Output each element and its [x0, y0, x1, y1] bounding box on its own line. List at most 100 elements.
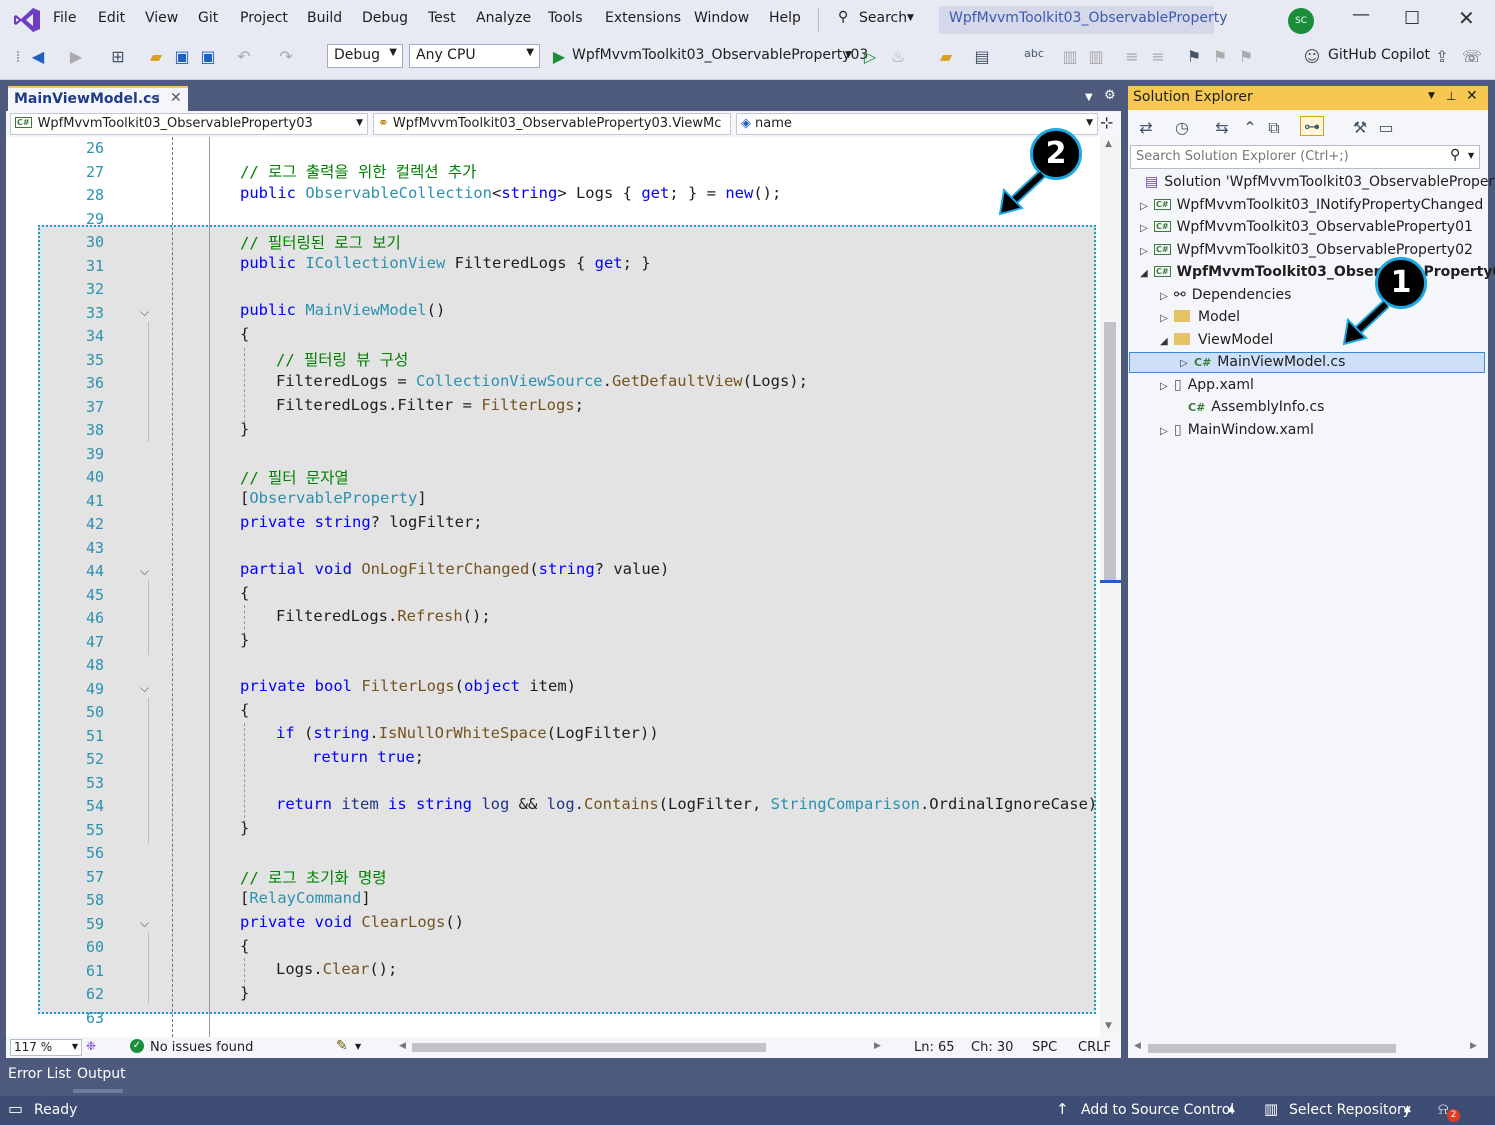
tree-project-02[interactable]: ▷ C# WpfMvvmToolkit03_ObservableProperty02	[1140, 242, 1473, 258]
next-bookmark-icon[interactable]: ⚑	[1236, 47, 1256, 67]
chevron-down-icon[interactable]: ▼	[1428, 91, 1435, 101]
scroll-left-icon[interactable]: ◀	[1134, 1041, 1141, 1051]
menu-extensions[interactable]: Extensions	[605, 10, 681, 26]
expand-icon[interactable]: ▷	[1140, 246, 1154, 257]
history-icon[interactable]: ◷	[1172, 118, 1192, 138]
spell-check-icon[interactable]: abc	[1024, 47, 1044, 67]
outdent-icon[interactable]: ≡	[1148, 47, 1168, 67]
column-indicator[interactable]: Ch: 30	[971, 1040, 1013, 1055]
zoom-select[interactable]: 117 % ▼	[10, 1039, 82, 1056]
menu-tools[interactable]: Tools	[548, 10, 583, 26]
scroll-thumb[interactable]	[1104, 322, 1116, 582]
line-ending-indicator[interactable]: CRLF	[1078, 1040, 1111, 1055]
add-to-source-control-button[interactable]: Add to Source Control	[1081, 1102, 1234, 1118]
close-icon[interactable]: ✕	[1458, 6, 1475, 30]
gear-icon[interactable]: ⚙	[1104, 88, 1116, 103]
collapse-icon[interactable]: ⌵	[140, 916, 149, 931]
collapse-icon[interactable]: ◢	[1140, 268, 1154, 279]
comment-icon[interactable]: ▥	[1060, 47, 1080, 67]
back-icon[interactable]: ◀	[28, 47, 48, 67]
pin-icon[interactable]: ⊣	[150, 92, 160, 105]
chevron-up-icon[interactable]: ▲	[1404, 1104, 1411, 1114]
maximize-icon[interactable]: ☐	[1404, 8, 1420, 29]
platform-select[interactable]: Any CPU ▼	[409, 44, 540, 68]
chevron-down-icon[interactable]: ▼	[845, 50, 852, 60]
collapse-all-icon[interactable]: ⌃	[1240, 118, 1260, 138]
feedback-icon[interactable]: ☏	[1462, 47, 1482, 67]
chevron-down-icon[interactable]: ▼	[1468, 151, 1474, 160]
menu-test[interactable]: Test	[428, 10, 456, 26]
collapse-icon[interactable]: ⌵	[140, 564, 149, 579]
menu-git[interactable]: Git	[198, 10, 218, 26]
indent-icon[interactable]: ≡	[1122, 47, 1142, 67]
tab-output[interactable]: Output	[77, 1066, 126, 1082]
layout-icon[interactable]: ▤	[972, 47, 992, 67]
menu-debug[interactable]: Debug	[362, 10, 408, 26]
pin-icon[interactable]: ⊥	[1446, 89, 1456, 103]
project-nav-select[interactable]: C# WpfMvvmToolkit03_ObservableProperty03 …	[10, 113, 368, 135]
expand-icon[interactable]: ▷	[1140, 223, 1154, 234]
expand-icon[interactable]: ▷	[1160, 313, 1174, 324]
menu-help[interactable]: Help	[769, 10, 801, 26]
redo-icon[interactable]: ↷	[276, 47, 296, 67]
tree-file-mainwindow[interactable]: ▷ ▯ MainWindow.xaml	[1160, 422, 1314, 438]
prev-bookmark-icon[interactable]: ⚑	[1210, 47, 1230, 67]
close-tab-icon[interactable]: ✕	[170, 90, 182, 106]
class-nav-select[interactable]: ⚭ WpfMvvmToolkit03_ObservableProperty03.V…	[373, 113, 731, 135]
horizontal-scroll-thumb[interactable]	[1148, 1044, 1396, 1053]
avatar[interactable]: SC	[1288, 8, 1314, 34]
hot-reload-icon[interactable]: ♨	[888, 47, 908, 67]
tree-project-inotify[interactable]: ▷ C# WpfMvvmToolkit03_INotifyPropertyChang…	[1140, 197, 1483, 213]
share-icon[interactable]: ⇪	[1432, 47, 1452, 67]
filter-icon[interactable]: ⊶	[1300, 116, 1324, 136]
sync-icon[interactable]: ⇆	[1212, 118, 1232, 138]
scroll-right-icon[interactable]: ▶	[874, 1041, 881, 1051]
tree-file-mainviewmodel[interactable]: ▷ C# MainViewModel.cs	[1180, 354, 1345, 370]
close-icon[interactable]: ✕	[1466, 88, 1478, 104]
uncomment-icon[interactable]: ▥	[1086, 47, 1106, 67]
expand-icon[interactable]: ▷	[1140, 201, 1154, 212]
open-folder-icon[interactable]: ▰	[146, 47, 166, 67]
brush-icon[interactable]: ✎	[336, 1038, 348, 1054]
menu-analyze[interactable]: Analyze	[476, 10, 531, 26]
tree-dependencies[interactable]: ▷ ⚯ Dependencies	[1160, 287, 1291, 303]
new-project-icon[interactable]: ⊞	[108, 47, 128, 67]
preview-icon[interactable]: ▭	[1376, 118, 1396, 138]
switch-view-icon[interactable]: ⇄	[1136, 118, 1156, 138]
menu-edit[interactable]: Edit	[98, 10, 125, 26]
tree-solution[interactable]: ▤ Solution 'WpfMvvmToolkit03_ObservablePr…	[1145, 174, 1495, 190]
tab-list-icon[interactable]: ▼	[1085, 92, 1093, 103]
save-icon[interactable]: ▣	[172, 47, 192, 67]
expand-icon[interactable]: ▷	[1160, 291, 1174, 302]
collapse-icon[interactable]: ◢	[1160, 336, 1174, 347]
scroll-down-icon[interactable]: ▼	[1105, 1021, 1112, 1031]
properties-icon[interactable]: ⚒	[1350, 118, 1370, 138]
solution-folder-icon[interactable]: ▰	[936, 47, 956, 67]
vertical-scrollbar[interactable]: ▲ ▼	[1100, 137, 1121, 1037]
solution-search-input[interactable]: Search Solution Explorer (Ctrl+;)	[1130, 145, 1480, 169]
menu-window[interactable]: Window	[694, 10, 749, 26]
undo-icon[interactable]: ↶	[234, 47, 254, 67]
expand-icon[interactable]: ▷	[1160, 381, 1174, 392]
solution-horizontal-scrollbar[interactable]: ◀ ▶	[1130, 1040, 1485, 1056]
search-button[interactable]: ⚲ Search ▼	[832, 6, 926, 34]
tree-project-03[interactable]: ◢ C# WpfMvvmToolkit03_ObservableProperty03	[1140, 264, 1495, 280]
select-repository-button[interactable]: Select Repository	[1289, 1102, 1411, 1118]
line-indicator[interactable]: Ln: 65	[914, 1040, 955, 1055]
tree-file-app-xaml[interactable]: ▷ ▯ App.xaml	[1160, 377, 1254, 393]
menu-view[interactable]: View	[145, 10, 178, 26]
menu-build[interactable]: Build	[307, 10, 342, 26]
whitespace-indicator[interactable]: SPC	[1032, 1040, 1057, 1055]
tab-mainviewmodel[interactable]: MainViewModel.cs ⊣ ✕	[8, 86, 188, 111]
scroll-up-icon[interactable]: ▲	[1105, 139, 1112, 149]
forward-icon[interactable]: ▶	[66, 47, 86, 67]
start-without-debug-icon[interactable]: ▷	[860, 47, 880, 67]
scroll-left-icon[interactable]: ◀	[399, 1041, 406, 1051]
menu-file[interactable]: File	[53, 10, 76, 26]
scroll-right-icon[interactable]: ▶	[1470, 1041, 1477, 1051]
config-select[interactable]: Debug ▼	[327, 44, 403, 68]
split-icon[interactable]: ⊹	[1100, 113, 1113, 132]
menu-project[interactable]: Project	[240, 10, 288, 26]
save-all-icon[interactable]: ▣	[198, 47, 218, 67]
show-all-files-icon[interactable]: ⧉	[1264, 118, 1284, 138]
